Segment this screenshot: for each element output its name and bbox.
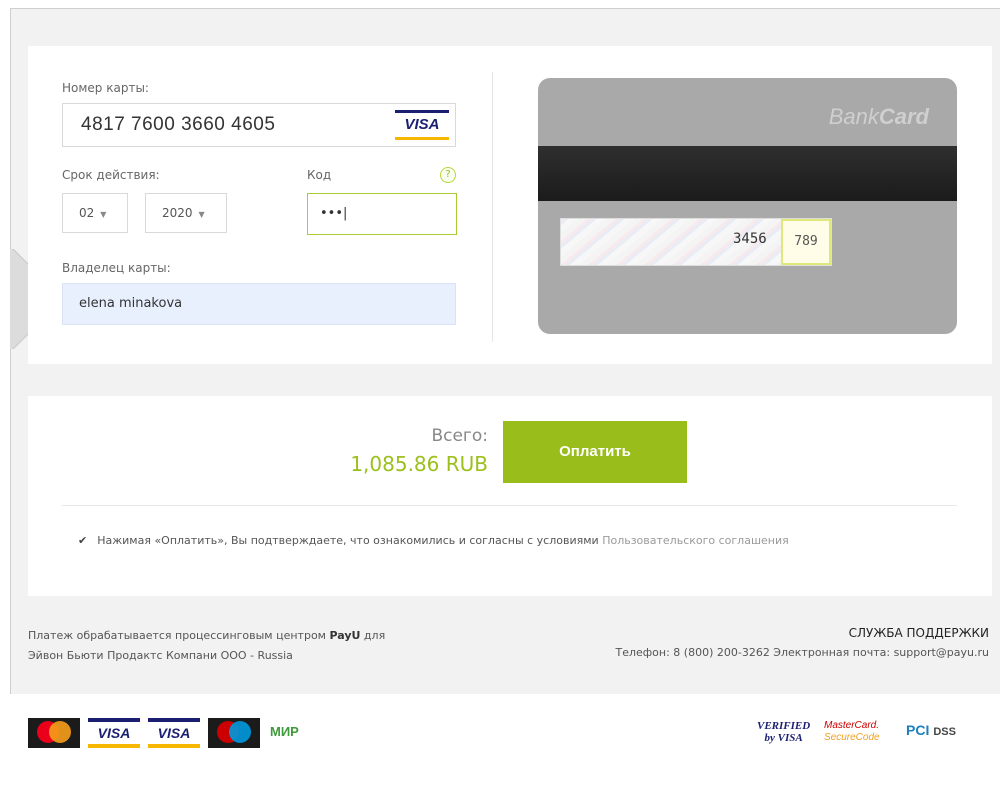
visa-electron-icon: VISA — [148, 718, 200, 748]
bankcard-logo: BankCard — [828, 104, 929, 129]
processor-info: Платеж обрабатывается процессинговым цен… — [28, 629, 386, 662]
card-number-value: 4817 7600 3660 4605 — [81, 114, 276, 135]
mastercard-icon — [28, 718, 80, 748]
expiry-year-value: 2020 — [162, 206, 193, 220]
mastercard-securecode-icon: MasterCard. SecureCode — [824, 720, 880, 743]
signature-digits: 3456 — [733, 231, 767, 247]
total-amount: 1,085.86 RUB — [350, 452, 488, 476]
expiry-label: Срок действия: — [62, 168, 160, 182]
expiry-month-value: 02 — [79, 206, 95, 220]
payu-name: PayU — [329, 629, 361, 642]
merchant-name: Эйвон Бьюти Продактс Компани ООО - Russi… — [28, 649, 293, 662]
cvc-highlight: 789 — [781, 219, 831, 265]
chevron-down-icon: ▼ — [198, 210, 205, 219]
agreement-text: ✔ Нажимая «Оплатить», Вы подтверждаете, ч… — [78, 534, 789, 547]
horizontal-divider — [62, 505, 957, 506]
maestro-icon — [208, 718, 260, 748]
card-back-preview: BankCard 3456 789 — [538, 78, 957, 334]
mir-icon: МИР — [270, 724, 299, 739]
expiry-year-select[interactable]: 2020 ▼ — [145, 193, 227, 233]
vertical-divider — [492, 72, 493, 342]
card-number-input[interactable]: 4817 7600 3660 4605 VISA — [62, 103, 456, 147]
card-number-label: Номер карты: — [62, 81, 149, 95]
support-title: СЛУЖБА ПОДДЕРЖКИ — [848, 626, 989, 640]
support-contacts: Телефон: 8 (800) 200-3262 Электронная по… — [615, 646, 989, 659]
cvc-label: Код — [307, 168, 332, 182]
payment-logos-bar — [10, 694, 1001, 805]
signature-strip: 3456 789 — [560, 218, 832, 266]
user-agreement-link[interactable]: Пользовательского соглашения — [602, 534, 789, 547]
holder-label: Владелец карты: — [62, 261, 171, 275]
magnetic-stripe — [538, 146, 957, 201]
help-icon[interactable]: ? — [440, 167, 456, 183]
pci-dss-icon: PCI DSS — [906, 722, 956, 738]
chevron-down-icon: ▼ — [100, 210, 107, 219]
verified-by-visa-icon: VERIFIED by VISA — [757, 720, 811, 744]
total-label: Всего: — [431, 426, 488, 446]
cvc-input[interactable]: •••| — [307, 193, 457, 235]
visa-icon: VISA — [88, 718, 140, 748]
agreement-checkbox[interactable]: ✔ — [78, 534, 87, 547]
expiry-month-select[interactable]: 02 ▼ — [62, 193, 128, 233]
pay-button[interactable]: Оплатить — [503, 421, 687, 483]
visa-icon: VISA — [395, 110, 449, 140]
card-holder-input[interactable]: elena minakova — [62, 283, 456, 325]
